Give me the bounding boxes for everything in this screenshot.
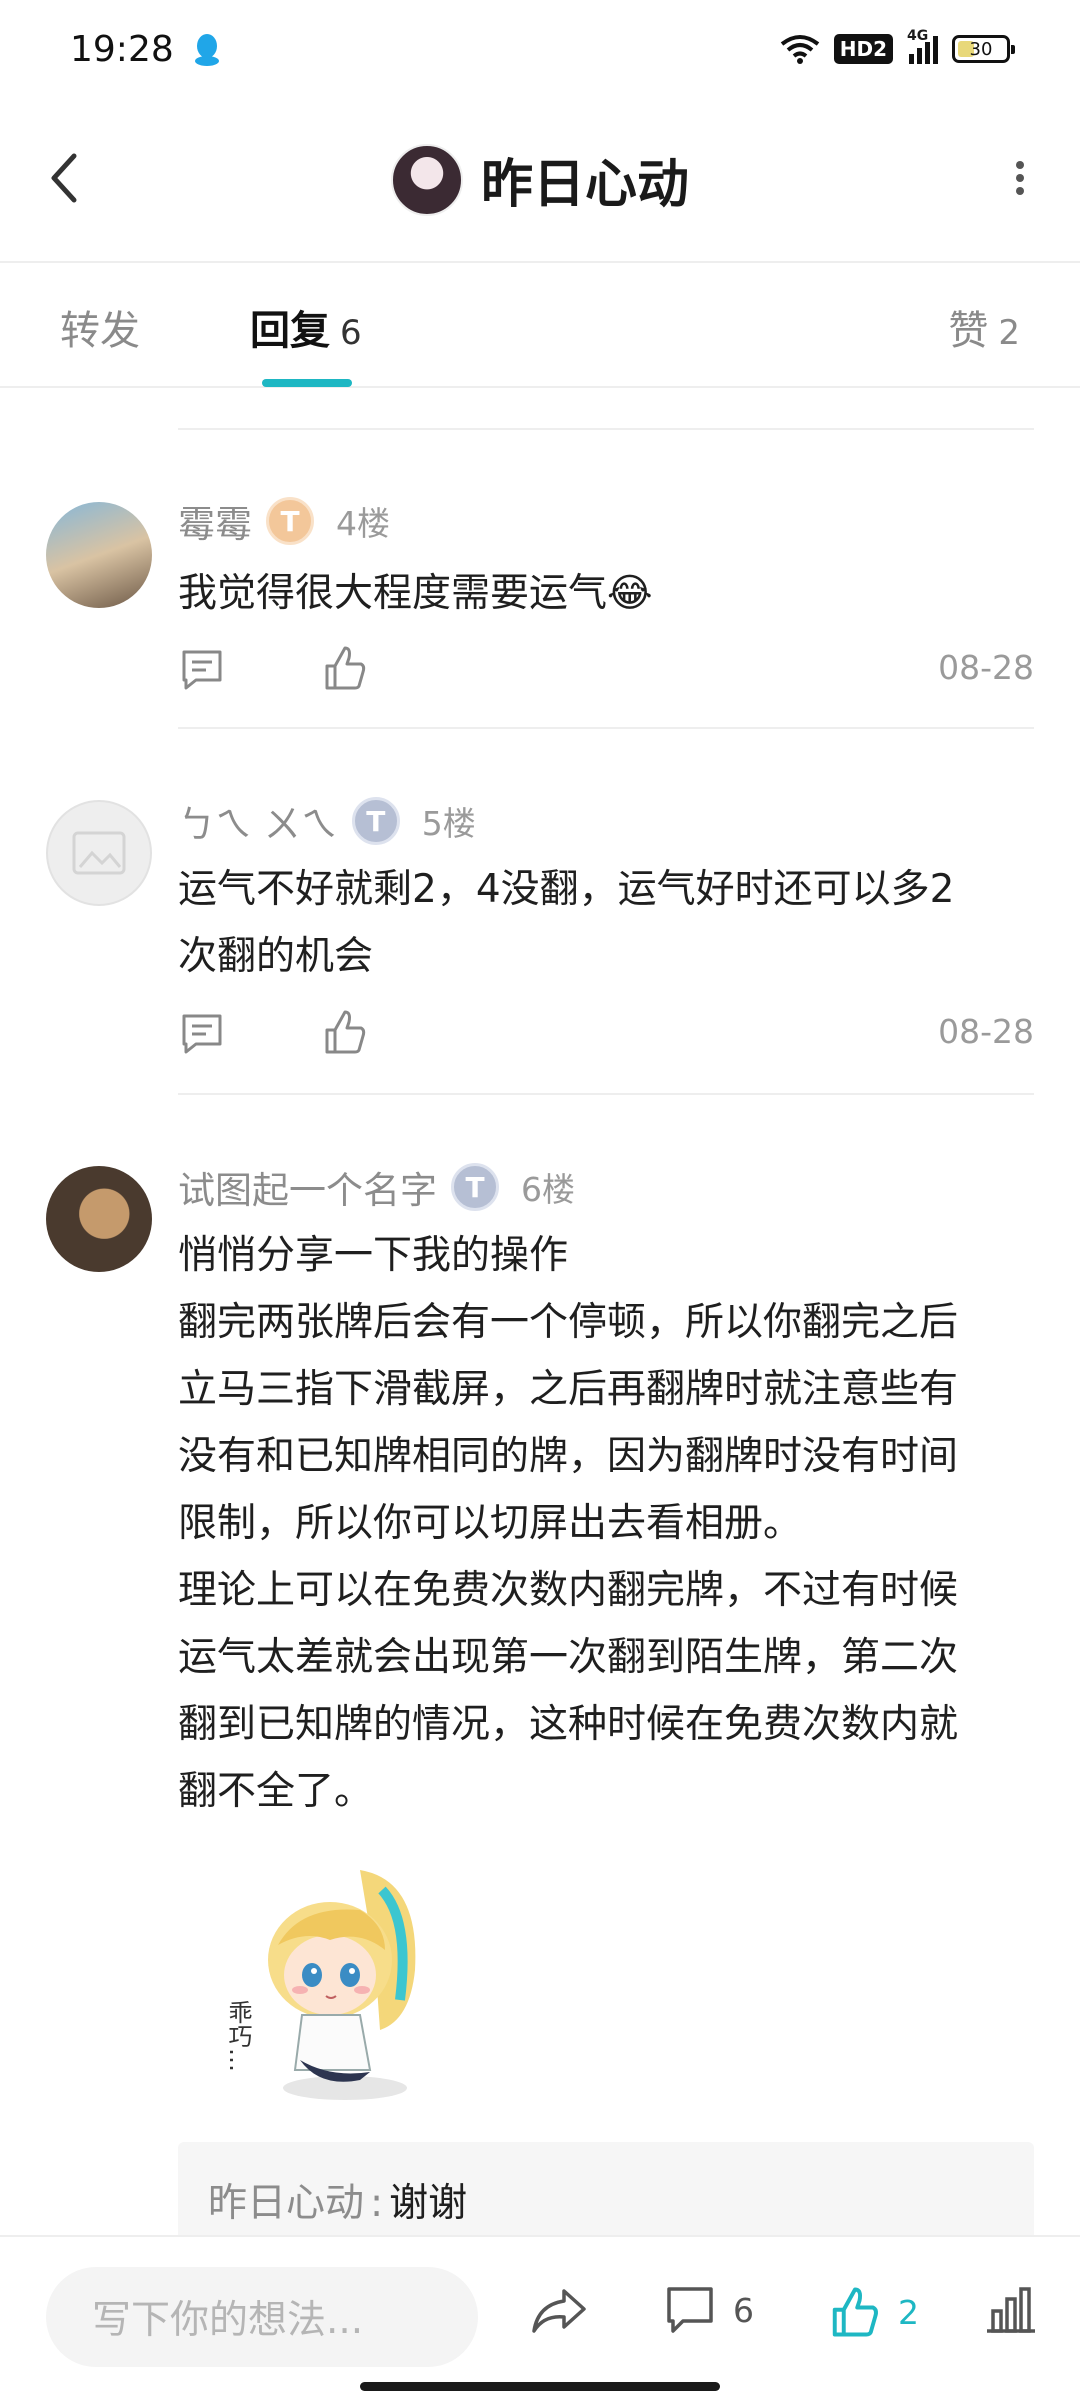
- signal-icon: 4G: [907, 28, 938, 64]
- like-icon: [832, 2287, 878, 2337]
- active-tab-indicator: [262, 379, 352, 387]
- hd-badge: HD2: [833, 34, 893, 64]
- back-icon[interactable]: [40, 148, 90, 208]
- author-reply-box[interactable]: 昨日心动: 谢谢: [178, 2142, 1034, 2235]
- divider: [178, 727, 1034, 729]
- qq-icon: [194, 34, 219, 66]
- reply-list[interactable]: 霉霉 T 4楼 我觉得很大程度需要运气😂 08-28 ㄅㄟ ㄨㄟ T 5楼 运气…: [0, 390, 1080, 2235]
- quote-separator: :: [370, 2181, 384, 2226]
- text-line: 理论上可以在免费次数内翻完牌，不过有时候: [178, 1568, 959, 1613]
- comment-date: 08-28: [938, 648, 1034, 687]
- text-line: 悄悄分享一下我的操作: [178, 1233, 569, 1278]
- sticker-image[interactable]: 乖巧…: [210, 1850, 440, 2110]
- status-time: 19:28: [70, 28, 174, 70]
- text-line: 立马三指下滑截屏，之后再翻牌时就注意些有: [178, 1367, 959, 1412]
- comment-text: 我觉得很大程度需要运气😂: [178, 571, 653, 616]
- comment-button[interactable]: 6: [665, 2285, 754, 2335]
- wifi-icon: [780, 35, 819, 64]
- divider: [178, 1093, 1034, 1095]
- tab-reply-count: 6: [340, 313, 362, 353]
- level-badge: T: [351, 797, 400, 845]
- comment-input[interactable]: 写下你的想法...: [46, 2267, 478, 2367]
- comment-actions: 08-28: [178, 1004, 1034, 1064]
- text-line: 限制，所以你可以切屏出去看相册。: [178, 1501, 803, 1546]
- like-count: 2: [898, 2292, 919, 2332]
- battery-icon: 30: [952, 35, 1015, 63]
- home-indicator[interactable]: [360, 2382, 720, 2391]
- stats-button[interactable]: [985, 2285, 1037, 2335]
- page-title: 昨日心动: [480, 155, 689, 215]
- comment-text: 运气不好就剩2，4没翻，运气好时还可以多2 次翻的机会: [178, 856, 1034, 990]
- text-line: 翻到已知牌的情况，这种时候在免费次数内就: [178, 1702, 959, 1747]
- sticker-caption: 乖巧…: [224, 2000, 252, 2072]
- like-icon[interactable]: [323, 644, 367, 692]
- reply-icon[interactable]: [180, 1012, 224, 1056]
- network-type: 4G: [907, 28, 929, 44]
- input-placeholder: 写下你的想法...: [92, 2298, 364, 2343]
- comment-actions: 08-28: [178, 640, 1034, 700]
- avatar[interactable]: [46, 800, 152, 906]
- avatar[interactable]: [46, 1166, 152, 1272]
- comment-count: 6: [733, 2290, 754, 2330]
- quote-author[interactable]: 昨日心动: [208, 2181, 364, 2226]
- floor-number: 6楼: [521, 1170, 575, 1209]
- tab-forward-label: 转发: [60, 308, 140, 354]
- text-line: 翻完两张牌后会有一个停顿，所以你翻完之后: [178, 1300, 959, 1345]
- tab-like[interactable]: 赞2: [948, 298, 1020, 356]
- tab-forward[interactable]: 转发: [60, 298, 140, 356]
- share-icon: [532, 2289, 586, 2333]
- tab-like-label: 赞: [948, 308, 989, 354]
- username[interactable]: 试图起一个名字: [178, 1160, 437, 1214]
- comment-date: 08-28: [938, 1012, 1034, 1051]
- like-button[interactable]: 2: [830, 2285, 919, 2339]
- floor-number: 5楼: [421, 804, 476, 843]
- tab-reply-label: 回复: [250, 308, 330, 354]
- comment-header: 试图起一个名字 T 6楼: [178, 1160, 575, 1214]
- author-avatar[interactable]: [390, 143, 463, 216]
- header: 昨日心动: [0, 98, 1080, 263]
- avatar[interactable]: [46, 502, 152, 608]
- bar-chart-icon: [987, 2287, 1035, 2333]
- level-badge: T: [451, 1163, 499, 1211]
- text-line: 翻不全了。: [178, 1769, 374, 1814]
- battery-level: 30: [969, 38, 993, 60]
- comment-icon: [667, 2287, 713, 2333]
- tab-bar: 转发 回复 6 赞2: [0, 263, 1080, 388]
- level-badge: T: [266, 497, 314, 545]
- quote-text: 谢谢: [389, 2181, 468, 2226]
- username[interactable]: 霉霉: [178, 494, 252, 548]
- text-line: 没有和已知牌相同的牌，因为翻牌时没有时间: [178, 1434, 959, 1479]
- comment-text: 悄悄分享一下我的操作 翻完两张牌后会有一个停顿，所以你翻完之后 立马三指下滑截屏…: [178, 1222, 1034, 1825]
- like-icon[interactable]: [323, 1008, 367, 1056]
- tab-like-count: 2: [998, 313, 1020, 353]
- tab-reply[interactable]: 回复 6: [250, 298, 362, 356]
- anime-girl-sticker: 乖巧…: [224, 1870, 416, 2100]
- text-line: 运气不好就剩2，4没翻，运气好时还可以多2: [178, 867, 955, 912]
- username[interactable]: ㄅㄟ ㄨㄟ: [178, 794, 338, 848]
- comment-header: ㄅㄟ ㄨㄟ T 5楼: [178, 794, 476, 848]
- reply-icon[interactable]: [180, 648, 224, 692]
- divider: [178, 428, 1034, 430]
- comment-header: 霉霉 T 4楼: [178, 494, 390, 548]
- image-placeholder-icon: [72, 831, 126, 875]
- bottom-action-bar: 写下你的想法... 6 2: [0, 2235, 1080, 2400]
- text-line: 运气太差就会出现第一次翻到陌生牌，第二次: [178, 1635, 959, 1680]
- share-button[interactable]: [530, 2285, 588, 2337]
- text-line: 次翻的机会: [178, 934, 374, 979]
- status-bar: 19:28 HD2 4G 30: [0, 0, 1080, 98]
- floor-number: 4楼: [336, 504, 390, 543]
- more-options-icon[interactable]: [1005, 153, 1035, 203]
